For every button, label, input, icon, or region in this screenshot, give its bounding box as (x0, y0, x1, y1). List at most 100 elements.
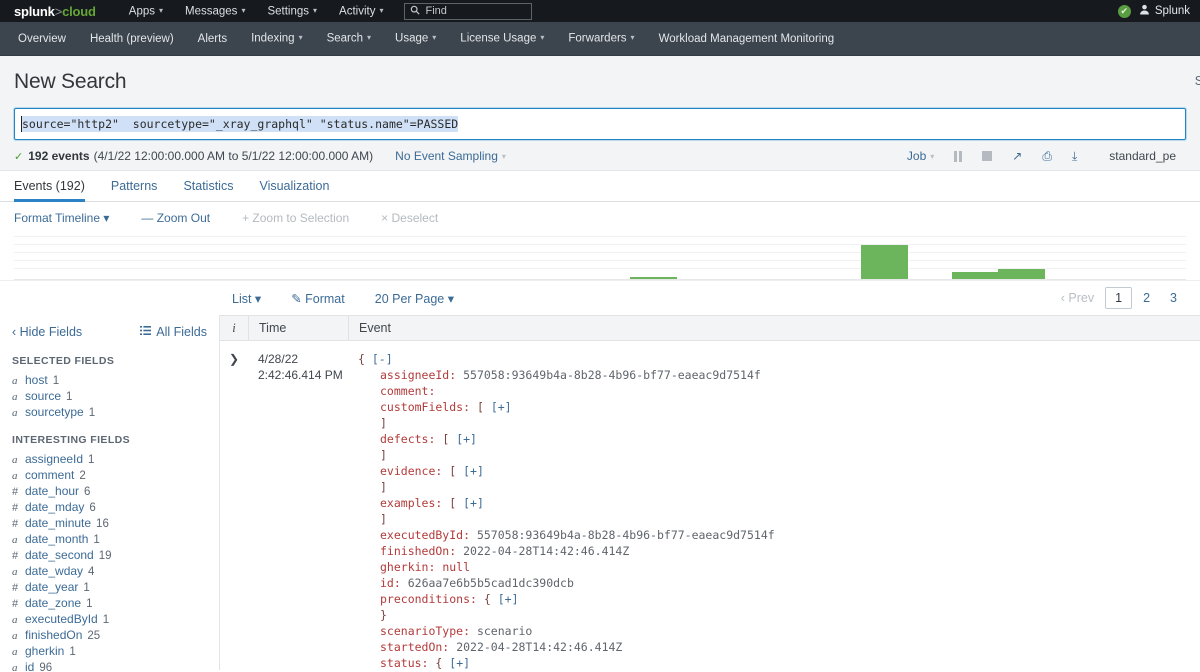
json-key[interactable]: status: (380, 656, 428, 670)
field-item-date_wday[interactable]: a date_wday 4 (0, 563, 219, 579)
topnav-item-activity[interactable]: Activity ▾ (328, 0, 394, 22)
event-timestamp[interactable]: 4/28/22 2:42:46.414 PM (248, 351, 348, 672)
appnav-item-license-usage[interactable]: License Usage ▾ (448, 21, 556, 56)
json-key[interactable]: gherkin: (380, 560, 435, 574)
topnav-item-settings[interactable]: Settings ▾ (256, 0, 328, 22)
tab-statistics[interactable]: Statistics (170, 179, 246, 201)
json-value[interactable]: 626aa7e6b5b5cad1dc390dcb (408, 576, 574, 590)
json-key[interactable]: startedOn: (380, 640, 449, 654)
appnav-item-workload-management-monitoring[interactable]: Workload Management Monitoring (647, 22, 847, 56)
logo-primary: splunk (14, 3, 55, 19)
appnav-item-indexing[interactable]: Indexing ▾ (239, 21, 315, 56)
field-item-date_month[interactable]: a date_month 1 (0, 531, 219, 547)
json-key[interactable]: customFields: (380, 400, 470, 414)
json-expand-toggle[interactable]: [+] (491, 400, 512, 414)
expand-row-button[interactable]: ❯ (220, 351, 248, 672)
tab-patterns[interactable]: Patterns (98, 179, 171, 201)
json-value[interactable]: scenario (477, 624, 532, 638)
json-bracket: } (380, 608, 387, 622)
json-expand-toggle[interactable]: [+] (463, 496, 484, 510)
format-button[interactable]: ✎ Format (291, 291, 345, 306)
print-button[interactable]: ⎙ (1032, 145, 1062, 167)
appnav-item-usage[interactable]: Usage ▾ (383, 21, 448, 56)
appnav-item-alerts[interactable]: Alerts (186, 22, 239, 56)
appnav-item-forwarders[interactable]: Forwarders ▾ (556, 21, 646, 56)
column-header-event[interactable]: Event (348, 316, 1200, 340)
json-key[interactable]: finishedOn: (380, 544, 456, 558)
topnav-item-messages[interactable]: Messages ▾ (174, 0, 256, 22)
field-item-assigneeId[interactable]: a assigneeId 1 (0, 451, 219, 467)
save-as-button[interactable]: Sa (1195, 74, 1200, 88)
export-button[interactable]: ⤓ (1062, 145, 1087, 167)
json-key[interactable]: scenarioType: (380, 624, 470, 638)
json-key[interactable]: defects: (380, 432, 435, 446)
tab-events[interactable]: Events (192) (14, 179, 98, 202)
stop-button[interactable] (972, 145, 1002, 167)
page-button-2[interactable]: 2 (1134, 287, 1159, 309)
job-dropdown[interactable]: Job ▾ (897, 145, 944, 167)
field-item-source[interactable]: a source 1 (0, 388, 219, 404)
field-value-count: 25 (87, 630, 101, 642)
json-value[interactable]: 2022-04-28T14:42:46.414Z (463, 544, 629, 558)
field-name: host (25, 373, 48, 387)
check-circle-icon[interactable]: ✔ (1117, 4, 1131, 18)
event-sampling-dropdown[interactable]: No Event Sampling ▾ (395, 149, 506, 163)
field-item-executedById[interactable]: a executedById 1 (0, 611, 219, 627)
json-expand-toggle[interactable]: [+] (456, 432, 477, 446)
appnav-item-health-preview[interactable]: Health (preview) (78, 22, 186, 56)
timeline-bar[interactable] (951, 272, 999, 279)
all-fields-button[interactable]: All Fields (140, 325, 207, 339)
field-item-date_hour[interactable]: # date_hour 6 (0, 483, 219, 499)
hide-fields-button[interactable]: ‹ Hide Fields (12, 325, 82, 339)
json-value[interactable]: 557058:93649b4a-8b28-4b96-bf77-eaeac9d75… (477, 528, 775, 542)
field-item-date_mday[interactable]: # date_mday 6 (0, 499, 219, 515)
field-item-finishedOn[interactable]: a finishedOn 25 (0, 627, 219, 643)
json-expand-toggle[interactable]: [+] (449, 656, 470, 670)
find-input[interactable]: Find (404, 2, 533, 20)
format-timeline-dropdown[interactable]: Format Timeline ▾ (14, 211, 141, 225)
page-button-1[interactable]: 1 (1105, 287, 1133, 309)
json-expand-toggle[interactable]: [+] (463, 464, 484, 478)
json-key[interactable]: examples: (380, 496, 442, 510)
json-expand-toggle[interactable]: [+] (498, 592, 519, 606)
topnav-item-apps[interactable]: Apps ▾ (118, 0, 174, 22)
json-null-value[interactable]: null (442, 560, 470, 574)
user-menu[interactable]: Splunk (1139, 4, 1190, 18)
appnav-item-search[interactable]: Search ▾ (315, 21, 383, 56)
field-item-date_year[interactable]: # date_year 1 (0, 579, 219, 595)
json-key[interactable]: executedById: (380, 528, 470, 542)
field-item-date_minute[interactable]: # date_minute 16 (0, 515, 219, 531)
splunk-cloud-logo[interactable]: splunk > cloud (14, 4, 96, 19)
share-button[interactable]: ↗ (1002, 145, 1032, 167)
json-key[interactable]: assigneeId: (380, 368, 456, 382)
timeline-bar[interactable] (998, 268, 1046, 279)
timeline-bar[interactable] (861, 245, 909, 279)
field-item-date_zone[interactable]: # date_zone 1 (0, 595, 219, 611)
appnav-item-overview[interactable]: Overview (6, 22, 78, 56)
json-key[interactable]: evidence: (380, 464, 442, 478)
json-value[interactable]: 2022-04-28T14:42:46.414Z (456, 640, 622, 654)
search-mode-selector[interactable]: standard_pe (1087, 145, 1186, 167)
column-header-time[interactable]: Time (248, 316, 348, 340)
tab-visualization[interactable]: Visualization (246, 179, 342, 201)
event-json-body[interactable]: { [-] assigneeId: 557058:93649b4a-8b28-4b… (348, 351, 1200, 672)
field-item-sourcetype[interactable]: a sourcetype 1 (0, 404, 219, 420)
events-timeline-chart[interactable] (14, 234, 1186, 280)
json-value[interactable]: 557058:93649b4a-8b28-4b96-bf77-eaeac9d75… (463, 368, 761, 382)
field-item-host[interactable]: a host 1 (0, 372, 219, 388)
zoom-out-button[interactable]: — Zoom Out (141, 211, 242, 225)
page-button-3[interactable]: 3 (1161, 287, 1186, 309)
json-key[interactable]: comment: (380, 384, 435, 398)
search-input[interactable]: source="http2" sourcetype="_xray_graphql… (14, 108, 1186, 140)
per-page-dropdown[interactable]: 20 Per Page ▾ (375, 291, 454, 306)
field-item-comment[interactable]: a comment 2 (0, 467, 219, 483)
pause-button[interactable] (944, 145, 972, 167)
json-key[interactable]: preconditions: (380, 592, 477, 606)
field-item-id[interactable]: a id 96 (0, 659, 219, 672)
json-bracket: { (435, 656, 443, 670)
field-item-date_second[interactable]: # date_second 19 (0, 547, 219, 563)
json-key[interactable]: id: (380, 576, 401, 590)
field-item-gherkin[interactable]: a gherkin 1 (0, 643, 219, 659)
list-view-dropdown[interactable]: List ▾ (232, 291, 261, 306)
json-collapse-toggle[interactable]: [-] (372, 352, 393, 366)
